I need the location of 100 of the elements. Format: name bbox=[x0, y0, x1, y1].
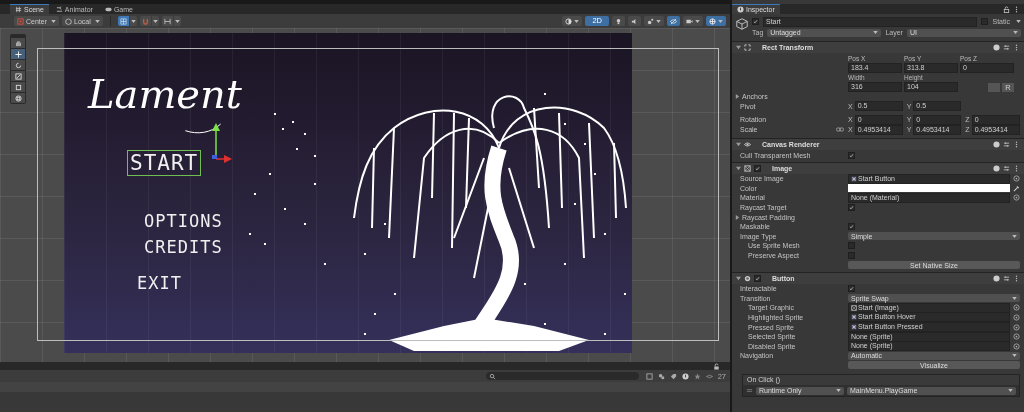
static-checkbox[interactable] bbox=[981, 18, 989, 25]
lightbulb-icon bbox=[615, 17, 622, 25]
image-icon bbox=[744, 164, 751, 172]
checkbox[interactable] bbox=[848, 151, 855, 159]
globe-icon bbox=[709, 17, 716, 25]
view-toggle[interactable] bbox=[612, 16, 625, 26]
sliders-icon[interactable] bbox=[1003, 141, 1010, 149]
menu-button[interactable]: START bbox=[128, 151, 201, 175]
view-toggle[interactable] bbox=[683, 16, 703, 26]
eye-icon bbox=[744, 141, 751, 149]
eye-icon bbox=[705, 372, 713, 380]
star-icon[interactable] bbox=[693, 372, 701, 380]
move-icon bbox=[14, 50, 22, 58]
more-icon[interactable] bbox=[1013, 44, 1020, 51]
caret-icon bbox=[1012, 354, 1017, 358]
info-icon bbox=[737, 6, 744, 13]
filter-icon[interactable] bbox=[645, 372, 653, 380]
game-title: Lament bbox=[88, 71, 242, 117]
sliders-icon[interactable] bbox=[1003, 44, 1010, 51]
checkbox[interactable] bbox=[848, 242, 855, 250]
shapes-icon[interactable] bbox=[657, 372, 665, 380]
rect-icon bbox=[14, 83, 22, 91]
view-toggle[interactable] bbox=[667, 16, 680, 26]
pivot-icon bbox=[17, 17, 24, 25]
tool-button[interactable] bbox=[11, 49, 25, 59]
more-icon[interactable] bbox=[1013, 5, 1020, 13]
snap-toggle[interactable] bbox=[117, 16, 129, 26]
color-field[interactable] bbox=[848, 184, 1010, 193]
caret-icon bbox=[574, 19, 580, 23]
target-icon[interactable] bbox=[1013, 194, 1020, 202]
checkbox[interactable] bbox=[848, 223, 855, 231]
move-gizmo-drawing bbox=[211, 123, 232, 163]
search-icon bbox=[488, 372, 496, 380]
menu-button[interactable]: OPTIONS bbox=[142, 211, 225, 231]
tool-button[interactable] bbox=[11, 38, 25, 48]
help-icon[interactable] bbox=[993, 141, 1000, 149]
caret-icon bbox=[152, 19, 158, 23]
caret-icon bbox=[1012, 296, 1017, 300]
active-checkbox[interactable] bbox=[752, 18, 759, 25]
target-icon[interactable] bbox=[1013, 175, 1020, 183]
lock-icon[interactable] bbox=[1003, 5, 1010, 13]
search-field[interactable] bbox=[485, 372, 639, 380]
tag-icon[interactable] bbox=[669, 372, 677, 380]
cube-icon bbox=[735, 17, 749, 31]
enabled-checkbox[interactable] bbox=[754, 274, 761, 282]
caret-icon bbox=[130, 19, 136, 23]
more-icon[interactable] bbox=[1013, 141, 1020, 149]
speaker-icon bbox=[631, 17, 638, 25]
grid-icon bbox=[119, 17, 127, 25]
view-toggle[interactable] bbox=[644, 16, 664, 26]
menu-button[interactable]: EXIT bbox=[135, 273, 184, 293]
tool-button[interactable] bbox=[11, 71, 25, 81]
drag-handle-icon[interactable] bbox=[746, 387, 753, 395]
button-icon bbox=[744, 274, 751, 282]
checkbox[interactable] bbox=[848, 252, 855, 259]
caret-icon bbox=[1008, 389, 1013, 393]
enabled-checkbox[interactable] bbox=[754, 164, 761, 172]
checkbox[interactable] bbox=[848, 204, 855, 212]
sliders-icon[interactable] bbox=[1003, 164, 1010, 172]
info-icon[interactable] bbox=[681, 372, 689, 380]
snap-toggle[interactable] bbox=[139, 16, 151, 26]
effects-icon bbox=[647, 17, 654, 25]
flourish-drawing bbox=[184, 121, 224, 135]
dropdown-button[interactable] bbox=[173, 16, 181, 26]
sphere-icon bbox=[565, 17, 573, 25]
caret-icon bbox=[1012, 234, 1017, 238]
menu-button[interactable]: CREDITS bbox=[142, 237, 225, 257]
view-toggle[interactable] bbox=[628, 16, 641, 26]
lock-icon[interactable] bbox=[713, 362, 720, 370]
tool-button[interactable] bbox=[11, 82, 25, 92]
magnet-icon bbox=[141, 17, 149, 25]
caret-icon bbox=[836, 389, 841, 393]
help-icon[interactable] bbox=[993, 274, 1000, 282]
snap-toggle[interactable] bbox=[161, 16, 173, 26]
ruler-icon bbox=[163, 17, 171, 25]
branch-icon bbox=[55, 5, 63, 13]
checkbox[interactable] bbox=[848, 285, 855, 293]
caret-icon[interactable] bbox=[1016, 20, 1021, 23]
caret-icon bbox=[656, 19, 661, 23]
caret-icon bbox=[94, 19, 100, 23]
view-toggle[interactable] bbox=[562, 16, 583, 26]
sprite-icon bbox=[851, 175, 857, 182]
link-icon[interactable] bbox=[836, 127, 844, 133]
sprite-icon bbox=[851, 324, 857, 331]
help-icon[interactable] bbox=[993, 44, 1000, 51]
gamepad-icon bbox=[104, 5, 112, 13]
tool-button[interactable] bbox=[11, 93, 25, 103]
more-icon[interactable] bbox=[1013, 274, 1020, 282]
view-toggle[interactable] bbox=[706, 16, 726, 26]
rotate-icon bbox=[14, 61, 22, 69]
sliders-icon[interactable] bbox=[1003, 274, 1010, 282]
help-icon[interactable] bbox=[993, 164, 1000, 172]
dropdown-button[interactable] bbox=[151, 16, 159, 26]
eyedropper-icon[interactable] bbox=[1013, 184, 1020, 192]
dropdown-button[interactable] bbox=[129, 16, 137, 26]
more-icon[interactable] bbox=[1013, 164, 1020, 172]
tool-button[interactable] bbox=[11, 60, 25, 70]
image-icon bbox=[851, 304, 857, 311]
hidden-eye-icon bbox=[670, 17, 677, 25]
cube-icon bbox=[65, 17, 72, 25]
